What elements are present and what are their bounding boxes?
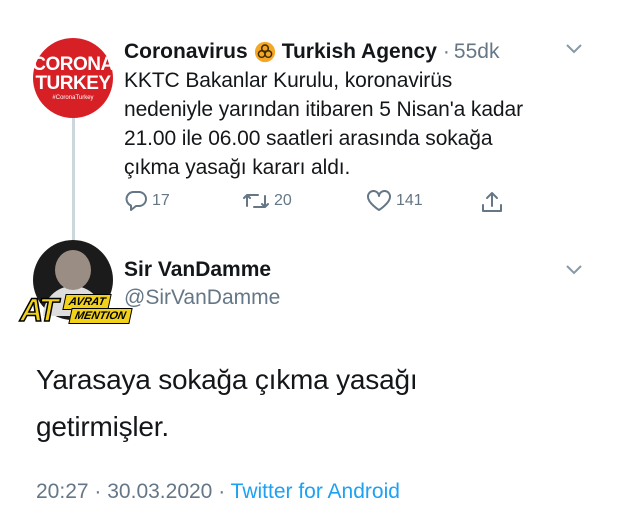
retweet-button[interactable]: 20 (242, 190, 292, 212)
heart-icon (367, 190, 391, 211)
avatar-text-line1: CORONA (32, 54, 114, 75)
tweet-source-link[interactable]: Twitter for Android (231, 480, 400, 503)
reply-icon (125, 191, 147, 211)
reply-tweet-meta: 20:27 · 30.03.2020 · Twitter for Android (36, 480, 400, 504)
share-icon (482, 192, 502, 212)
meta-dot-1: · (94, 480, 102, 503)
biohazard-icon (254, 41, 275, 63)
parent-tweet-text: KKTC Bakanlar Kurulu, koronavirüs nedeni… (124, 69, 523, 179)
like-button[interactable]: 141 (366, 190, 423, 212)
reply-author-handle[interactable]: @SirVanDamme (124, 286, 280, 310)
chevron-down-icon[interactable] (566, 265, 582, 275)
reply-time: 20:27 (36, 480, 89, 503)
chevron-down-icon[interactable] (566, 44, 582, 54)
parent-separator-dot: · (442, 40, 450, 63)
avatar-text-line3: #CoronaTurkey (52, 95, 94, 101)
parent-tweet-actions: 17 20 141 (124, 190, 514, 214)
parent-tweet-time[interactable]: 55dk (454, 40, 500, 64)
badge-at-text: AT (19, 291, 59, 329)
share-button[interactable] (480, 190, 508, 214)
avatar-text-line2: TURKEY (35, 73, 111, 94)
reply-tweet-text: Yarasaya sokağa çıkma yasağı getirmişler… (36, 356, 576, 450)
reply-text-line1: Yarasaya sokağa çıkma yasağı (36, 364, 418, 395)
reply-date: 30.03.2020 (107, 480, 213, 503)
avatar-corona-turkey[interactable]: CORONA TURKEY #CoronaTurkey (32, 38, 114, 118)
parent-author-name-part2[interactable]: Turkish Agency (282, 40, 437, 64)
parent-author-name-part1[interactable]: Coronavirus (124, 40, 248, 64)
reply-count: 17 (152, 192, 170, 209)
badge-line2: MENTION (68, 308, 133, 324)
avrat-mention-badge: AT AVRAT MENTION (19, 290, 133, 329)
reply-button[interactable]: 17 (124, 190, 170, 212)
reply-author-name[interactable]: Sir VanDamme (124, 258, 271, 282)
thread-connector-line (72, 108, 75, 240)
meta-dot-2: · (218, 480, 226, 503)
retweet-count: 20 (274, 192, 292, 209)
retweet-icon (243, 194, 269, 208)
reply-text-line2: getirmişler. (36, 411, 169, 442)
parent-tweet-header: Coronavirus Turkish Agency · 55dk (124, 38, 499, 66)
like-count: 141 (396, 192, 423, 209)
avatar-person-face (55, 250, 91, 290)
